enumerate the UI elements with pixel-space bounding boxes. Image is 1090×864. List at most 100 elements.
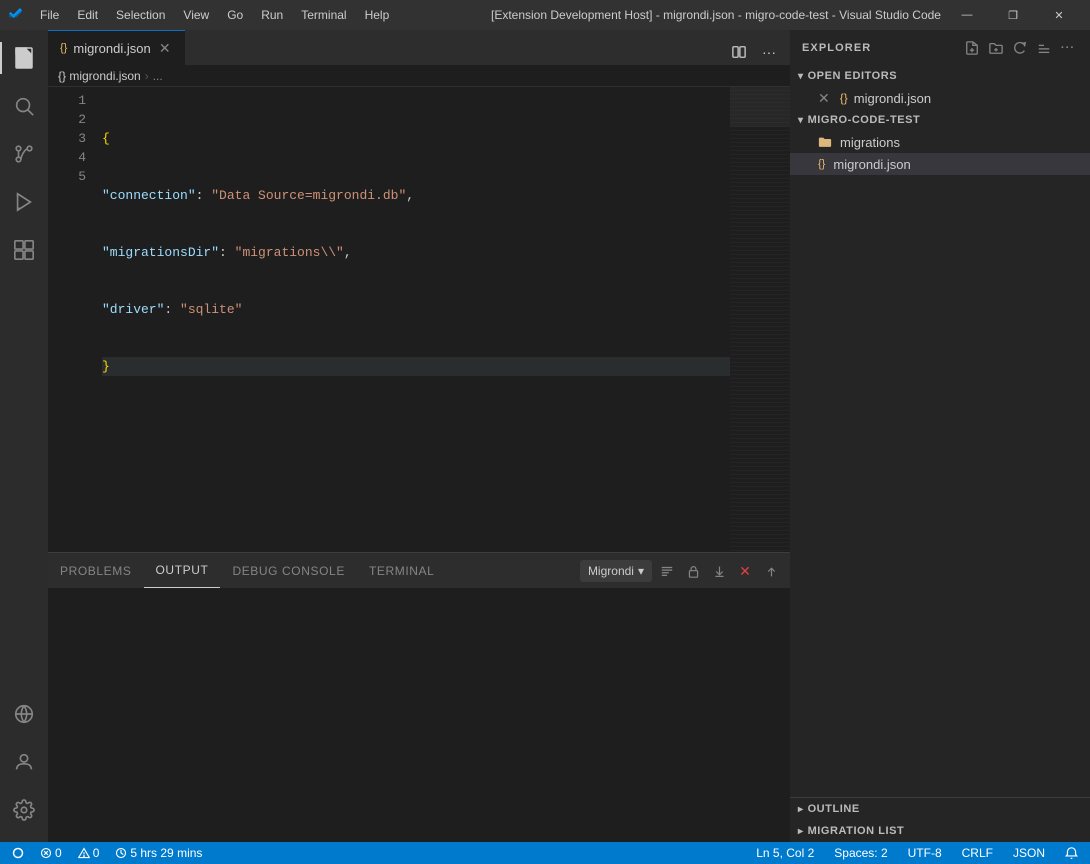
breadcrumb-file[interactable]: {} migrondi.json (58, 69, 141, 83)
menu-run[interactable]: Run (253, 6, 291, 24)
remote-status-icon (12, 847, 24, 859)
status-encoding[interactable]: UTF-8 (904, 842, 946, 864)
code-line-5: } (102, 357, 730, 376)
file-type-icon: {} (840, 91, 848, 105)
status-bar: 0 0 5 hrs 29 mins Ln 5, Col 2 Spaces: 2 … (0, 842, 1090, 864)
account-icon[interactable] (0, 738, 48, 786)
code-area[interactable]: { "connection": "Data Source=migrondi.db… (98, 87, 730, 552)
status-time[interactable]: 5 hrs 29 mins (111, 842, 206, 864)
panel-tab-problems[interactable]: Problems (48, 553, 144, 588)
migration-list-label: Migration List (808, 825, 905, 837)
status-spaces[interactable]: Spaces: 2 (830, 842, 891, 864)
maximize-button[interactable]: ❐ (990, 0, 1036, 30)
status-line-col[interactable]: Ln 5, Col 2 (752, 842, 818, 864)
bell-icon (1065, 847, 1078, 860)
outline-label: Outline (808, 803, 860, 815)
settings-icon[interactable] (0, 786, 48, 834)
activity-bar-bottom (0, 690, 48, 842)
clear-output-button[interactable] (656, 560, 678, 582)
code-line-2: "connection": "Data Source=migrondi.db", (102, 186, 730, 205)
menu-view[interactable]: View (175, 6, 217, 24)
panel-tab-debug-console[interactable]: Debug Console (220, 553, 357, 588)
close-panel-button[interactable]: ✕ (734, 560, 756, 582)
file-name: migrondi.json (833, 157, 910, 172)
tab-migrondi-json[interactable]: {} migrondi.json ✕ (48, 30, 185, 65)
migration-list-chevron (798, 826, 804, 837)
open-editor-item-migrondi[interactable]: ✕ {} migrondi.json (790, 87, 1090, 109)
file-tree: Migro-Code-Test migrations {} migrondi.j… (790, 109, 1090, 797)
more-sidebar-actions[interactable]: ··· (1058, 38, 1078, 58)
menu-file[interactable]: File (32, 6, 67, 24)
explorer-icon[interactable] (0, 34, 48, 82)
status-errors[interactable]: 0 (36, 842, 66, 864)
status-bar-left: 0 0 5 hrs 29 mins (8, 842, 206, 864)
window-controls: — ❐ ✕ (944, 0, 1082, 30)
content-area: {} migrondi.json ✕ ··· {} migrondi. (48, 30, 1090, 842)
maximize-panel-button[interactable] (760, 560, 782, 582)
tab-icon: {} (60, 42, 67, 54)
menu-edit[interactable]: Edit (69, 6, 106, 24)
title-bar: File Edit Selection View Go Run Terminal… (0, 0, 1090, 30)
menu-go[interactable]: Go (219, 6, 251, 24)
remote-icon[interactable] (0, 690, 48, 738)
breadcrumb: {} migrondi.json › ... (48, 65, 790, 87)
outline-section: Outline (790, 797, 1090, 820)
scroll-to-end-button[interactable] (708, 560, 730, 582)
tree-file-migrondi-json[interactable]: {} migrondi.json (790, 153, 1090, 175)
code-line-3: "migrationsDir": "migrations\\", (102, 243, 730, 262)
line-numbers: 1 2 3 4 5 (48, 87, 98, 552)
search-icon[interactable] (0, 82, 48, 130)
menu-terminal[interactable]: Terminal (293, 6, 354, 24)
new-folder-button[interactable] (986, 38, 1006, 58)
line-col-display: Ln 5, Col 2 (756, 846, 814, 860)
panel-tab-terminal[interactable]: Terminal (357, 553, 446, 588)
status-notifications[interactable] (1061, 842, 1082, 864)
open-editors-header[interactable]: Open Editors (790, 65, 1090, 87)
menu-bar: File Edit Selection View Go Run Terminal… (32, 6, 488, 24)
migration-list-header[interactable]: Migration List (790, 820, 1090, 842)
run-debug-icon[interactable] (0, 178, 48, 226)
json-file-icon: {} (818, 158, 825, 170)
outline-header[interactable]: Outline (790, 798, 1090, 820)
panel-content[interactable] (48, 588, 790, 842)
lock-output-button[interactable] (682, 560, 704, 582)
line-ending-display: CRLF (962, 846, 993, 860)
split-editor-button[interactable] (726, 39, 752, 65)
menu-help[interactable]: Help (357, 6, 398, 24)
extensions-icon[interactable] (0, 226, 48, 274)
sidebar-title: Explorer (802, 42, 871, 54)
source-control-icon[interactable] (0, 130, 48, 178)
file-tree-chevron (798, 115, 804, 126)
collapse-all-button[interactable] (1034, 38, 1054, 58)
status-remote[interactable] (8, 842, 28, 864)
refresh-explorer-button[interactable] (1010, 38, 1030, 58)
status-warnings[interactable]: 0 (74, 842, 104, 864)
tree-folder-migrations[interactable]: migrations (790, 131, 1090, 153)
error-icon (40, 847, 52, 859)
migration-list-section: Migration List (790, 820, 1090, 842)
window-title: [Extension Development Host] - migrondi.… (488, 8, 944, 22)
open-editor-filename: migrondi.json (854, 91, 931, 106)
chevron-down-icon: ▾ (638, 564, 644, 578)
clock-icon (115, 847, 127, 859)
status-language[interactable]: JSON (1009, 842, 1049, 864)
breadcrumb-path[interactable]: ... (153, 69, 163, 83)
sidebar-header: Explorer (790, 30, 1090, 65)
close-button[interactable]: ✕ (1036, 0, 1082, 30)
tab-close-button[interactable]: ✕ (157, 40, 173, 56)
file-tree-header[interactable]: Migro-Code-Test (790, 109, 1090, 131)
minimap-slider[interactable] (730, 87, 790, 127)
encoding-display: UTF-8 (908, 846, 942, 860)
open-editors-chevron (798, 71, 804, 82)
new-file-button[interactable] (962, 38, 982, 58)
panel-tab-output[interactable]: Output (144, 553, 221, 588)
code-line-4: "driver": "sqlite" (102, 300, 730, 319)
outline-chevron (798, 804, 804, 815)
close-editor-icon[interactable]: ✕ (818, 90, 830, 107)
more-actions-button[interactable]: ··· (756, 39, 782, 65)
panel-output-selector[interactable]: Migrondi ▾ (580, 560, 652, 582)
vscode-logo (8, 7, 24, 23)
status-line-ending[interactable]: CRLF (958, 842, 997, 864)
minimize-button[interactable]: — (944, 0, 990, 30)
menu-selection[interactable]: Selection (108, 6, 173, 24)
